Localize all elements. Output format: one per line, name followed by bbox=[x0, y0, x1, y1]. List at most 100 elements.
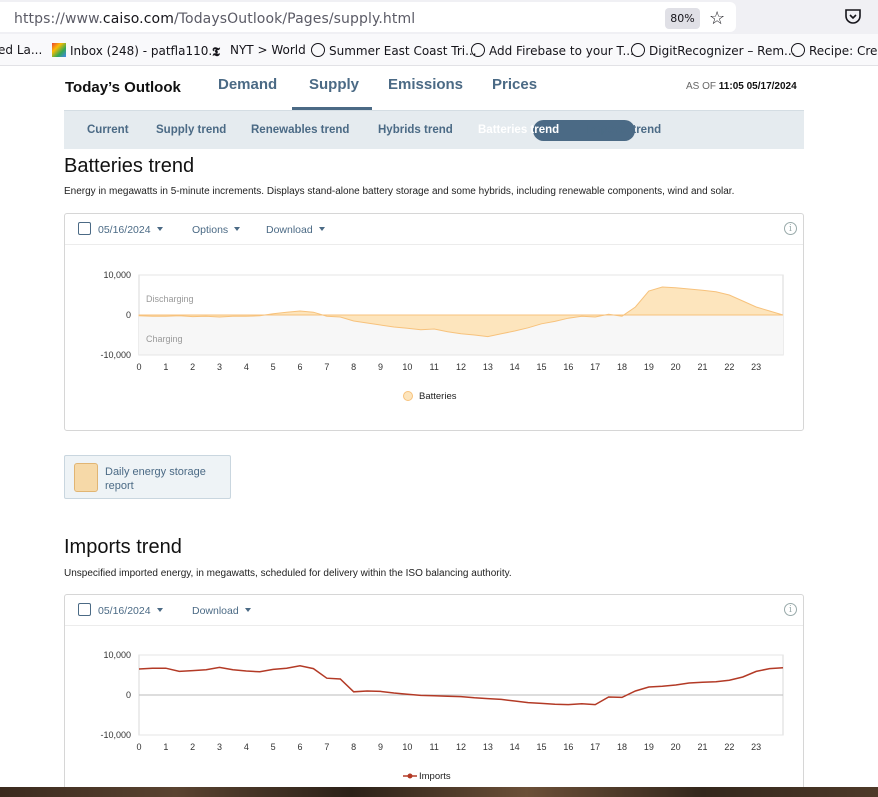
imports-description: Unspecified imported energy, in megawatt… bbox=[64, 568, 512, 579]
report-label: Daily energy storage report bbox=[105, 466, 206, 492]
legend-marker-batteries bbox=[403, 391, 413, 401]
x-tick-label: 22 bbox=[724, 362, 734, 372]
x-tick-label: 4 bbox=[244, 362, 249, 372]
site-title[interactable]: Today’s Outlook bbox=[65, 79, 181, 96]
bookmark-item[interactable]: 𝕿 NYT > World bbox=[212, 43, 306, 60]
x-tick-label: 0 bbox=[136, 362, 141, 372]
x-tick-label: 15 bbox=[536, 742, 546, 752]
calendar-icon[interactable] bbox=[78, 222, 91, 235]
imports-chart-card: 05/16/2024 Download i 10,000 0 -10,000 0 1 2 3… bbox=[64, 594, 804, 797]
x-tick-label: 7 bbox=[324, 362, 329, 372]
subtab-hybrids-trend[interactable]: Hybrids trend bbox=[378, 124, 453, 136]
chart-toolbar: 05/16/2024 Download i bbox=[65, 595, 803, 626]
x-tick-label: 1 bbox=[163, 742, 168, 752]
url-host: caiso.com bbox=[102, 11, 174, 27]
x-tick-label: 1 bbox=[163, 362, 168, 372]
y-tick-label: -10,000 bbox=[100, 730, 131, 740]
batteries-chart-card: 05/16/2024 Options Download i 10,000 0 -10… bbox=[64, 213, 804, 431]
legend-label: Batteries bbox=[419, 391, 457, 402]
x-tick-label: 0 bbox=[136, 742, 141, 752]
chevron-down-icon bbox=[234, 227, 241, 231]
info-icon[interactable]: i bbox=[784, 222, 797, 235]
chevron-down-icon bbox=[156, 227, 163, 231]
globe-icon bbox=[471, 43, 485, 57]
tab-emissions[interactable]: Emissions bbox=[388, 76, 463, 101]
tab-prices[interactable]: Prices bbox=[492, 76, 537, 101]
subtab-batteries-trend[interactable]: Batteries trend bbox=[478, 124, 559, 136]
download-dropdown[interactable]: Download bbox=[266, 224, 325, 236]
x-tick-label: 3 bbox=[217, 362, 222, 372]
x-tick-label: 11 bbox=[429, 362, 438, 372]
y-tick-label: 10,000 bbox=[103, 650, 131, 660]
battery-report-icon bbox=[74, 463, 98, 492]
x-tick-label: 14 bbox=[510, 362, 520, 372]
x-tick-label: 4 bbox=[244, 742, 249, 752]
x-tick-label: 5 bbox=[271, 362, 276, 372]
chevron-down-icon bbox=[156, 608, 163, 612]
legend-label: Imports bbox=[419, 771, 451, 782]
x-tick-label: 2 bbox=[190, 742, 195, 752]
gmail-icon bbox=[52, 43, 66, 57]
info-icon[interactable]: i bbox=[784, 603, 797, 616]
bookmarks-toolbar: ed La... Inbox (248) - patfla110... 𝕿 NYT… bbox=[0, 34, 878, 66]
x-tick-label: 11 bbox=[429, 742, 438, 752]
y-tick-label: 0 bbox=[126, 690, 131, 700]
background-photo-strip bbox=[0, 787, 878, 797]
y-tick-label: 10,000 bbox=[103, 270, 131, 280]
tab-supply[interactable]: Supply bbox=[309, 76, 359, 101]
calendar-icon[interactable] bbox=[78, 603, 91, 616]
bookmark-item[interactable]: ed La... bbox=[0, 43, 42, 57]
x-tick-label: 22 bbox=[724, 742, 734, 752]
batteries-chart: 10,0000-10,0000 1 2 3 4 5 6 7 8 9 10 11 12 13 14 15 16 17… bbox=[100, 270, 784, 402]
bookmark-item[interactable]: DigitRecognizer – Rem... bbox=[631, 43, 795, 58]
subtab-supply-trend[interactable]: Supply trend bbox=[156, 124, 226, 136]
x-tick-label: 19 bbox=[644, 742, 654, 752]
x-tick-label: 6 bbox=[297, 742, 302, 752]
tab-demand[interactable]: Demand bbox=[218, 76, 277, 101]
bookmark-star-icon[interactable]: ☆ bbox=[709, 8, 725, 28]
bookmark-item[interactable]: Recipe: Crea bbox=[791, 43, 878, 58]
x-tick-label: 13 bbox=[483, 362, 493, 372]
subtab-imports-trend[interactable]: Imports trend bbox=[587, 124, 661, 136]
x-tick-label: 8 bbox=[351, 742, 356, 752]
date-picker-button[interactable]: 05/16/2024 bbox=[98, 224, 163, 236]
x-tick-label: 23 bbox=[751, 362, 761, 372]
x-tick-label: 16 bbox=[563, 742, 573, 752]
discharging-label: Discharging bbox=[146, 294, 194, 304]
options-dropdown[interactable]: Options bbox=[192, 224, 241, 236]
x-tick-label: 6 bbox=[297, 362, 302, 372]
batteries-title: Batteries trend bbox=[64, 155, 195, 177]
x-tick-label: 14 bbox=[510, 742, 520, 752]
x-tick-label: 23 bbox=[751, 742, 761, 752]
imports-chart: 10,0000-10,0000 1 2 3 4 5 6 7 8 9 10 11 12 13 14 15 16 17… bbox=[100, 650, 784, 782]
x-tick-label: 18 bbox=[617, 742, 627, 752]
x-tick-label: 20 bbox=[671, 362, 681, 372]
bookmark-item[interactable]: Summer East Coast Tri... bbox=[311, 43, 477, 58]
x-tick-label: 8 bbox=[351, 362, 356, 372]
url-text[interactable]: https://www.caiso.com/TodaysOutlook/Page… bbox=[14, 11, 415, 27]
url-path: /TodaysOutlook/Pages/supply.html bbox=[173, 11, 416, 27]
x-tick-label: 17 bbox=[590, 362, 600, 372]
subtab-renewables-trend[interactable]: Renewables trend bbox=[251, 124, 349, 136]
pocket-icon[interactable] bbox=[844, 7, 862, 25]
chevron-down-icon bbox=[244, 608, 251, 612]
x-tick-label: 3 bbox=[217, 742, 222, 752]
y-tick-label: 0 bbox=[126, 310, 131, 320]
address-bar[interactable]: https://www.caiso.com/TodaysOutlook/Page… bbox=[0, 2, 736, 32]
globe-icon bbox=[631, 43, 645, 57]
x-tick-label: 16 bbox=[563, 362, 573, 372]
zoom-level-button[interactable]: 80% bbox=[665, 8, 700, 29]
chevron-down-icon bbox=[318, 227, 325, 231]
daily-energy-storage-report-button[interactable]: Daily energy storage report bbox=[64, 455, 231, 499]
bookmark-item[interactable]: Add Firebase to your T... bbox=[471, 43, 634, 58]
bookmark-item[interactable]: Inbox (248) - patfla110... bbox=[52, 43, 220, 58]
x-tick-label: 2 bbox=[190, 362, 195, 372]
x-tick-label: 12 bbox=[456, 362, 466, 372]
subtab-current[interactable]: Current bbox=[87, 124, 129, 136]
as-of-timestamp: AS OF 11:05 05/17/2024 bbox=[686, 81, 797, 92]
series-line-imports bbox=[138, 665, 784, 706]
download-dropdown[interactable]: Download bbox=[192, 605, 251, 617]
url-prefix: https://www. bbox=[14, 11, 103, 27]
nyt-icon: 𝕿 bbox=[212, 45, 220, 60]
date-picker-button[interactable]: 05/16/2024 bbox=[98, 605, 163, 617]
